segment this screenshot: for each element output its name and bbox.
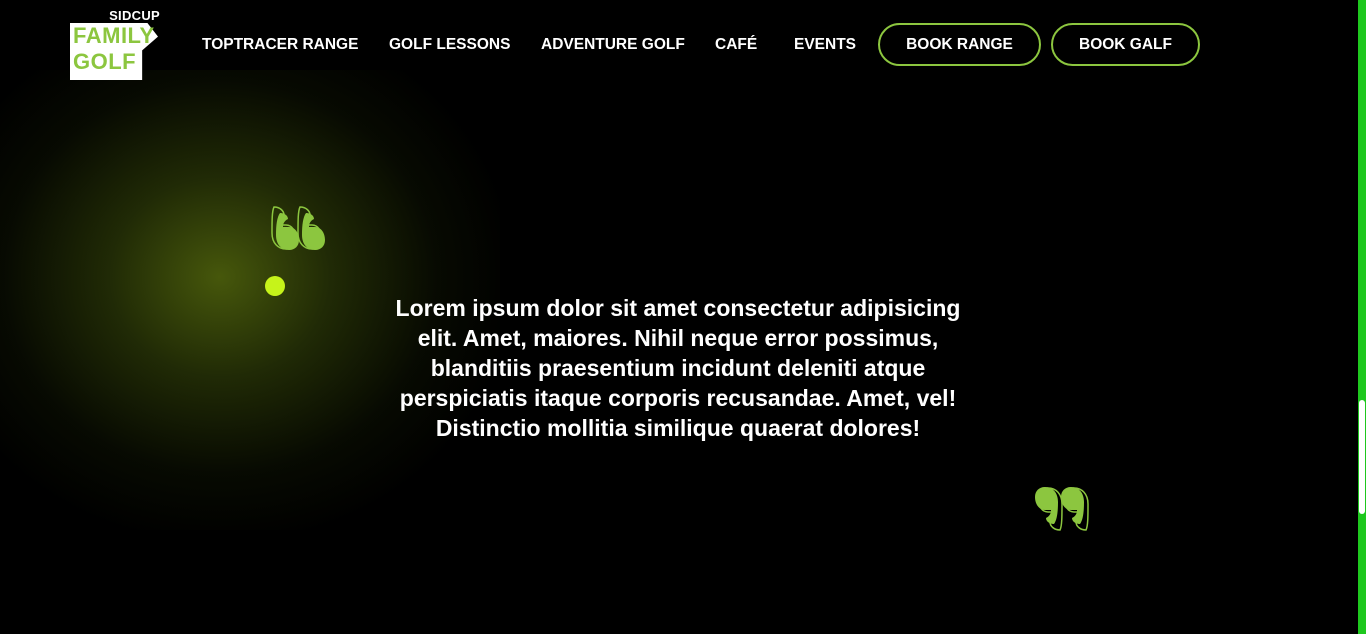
carousel-indicator-dot[interactable] — [265, 276, 285, 296]
logo-word-family: FAMILY — [73, 23, 155, 48]
site-logo[interactable]: SIDCUP FAMILY GOLF — [70, 8, 164, 82]
nav-link-cafe[interactable]: CAFÉ — [715, 24, 757, 66]
nav-link-events[interactable]: EVENTS — [794, 24, 856, 66]
nav-link-golf-lessons[interactable]: GOLF LESSONS — [389, 24, 510, 66]
scrollbar-thumb[interactable] — [1359, 400, 1365, 514]
book-range-button[interactable]: BOOK RANGE — [878, 23, 1041, 66]
logo-word-golf: GOLF — [73, 49, 137, 74]
logo-location: SIDCUP — [109, 8, 160, 23]
nav-link-adventure-golf[interactable]: ADVENTURE GOLF — [541, 24, 685, 66]
site-header: SIDCUP FAMILY GOLF TOPTRACER RANGE GOLF … — [0, 0, 1358, 90]
testimonial-text: Lorem ipsum dolor sit amet consectetur a… — [395, 295, 961, 441]
quote-open-icon — [271, 206, 325, 250]
scrollbar-track[interactable] — [1358, 0, 1366, 634]
quote-close-icon — [1035, 487, 1089, 531]
book-golf-button[interactable]: BOOK GALF — [1051, 23, 1200, 66]
nav-link-toptracer-range[interactable]: TOPTRACER RANGE — [202, 24, 358, 66]
page: SIDCUP FAMILY GOLF TOPTRACER RANGE GOLF … — [0, 0, 1366, 634]
